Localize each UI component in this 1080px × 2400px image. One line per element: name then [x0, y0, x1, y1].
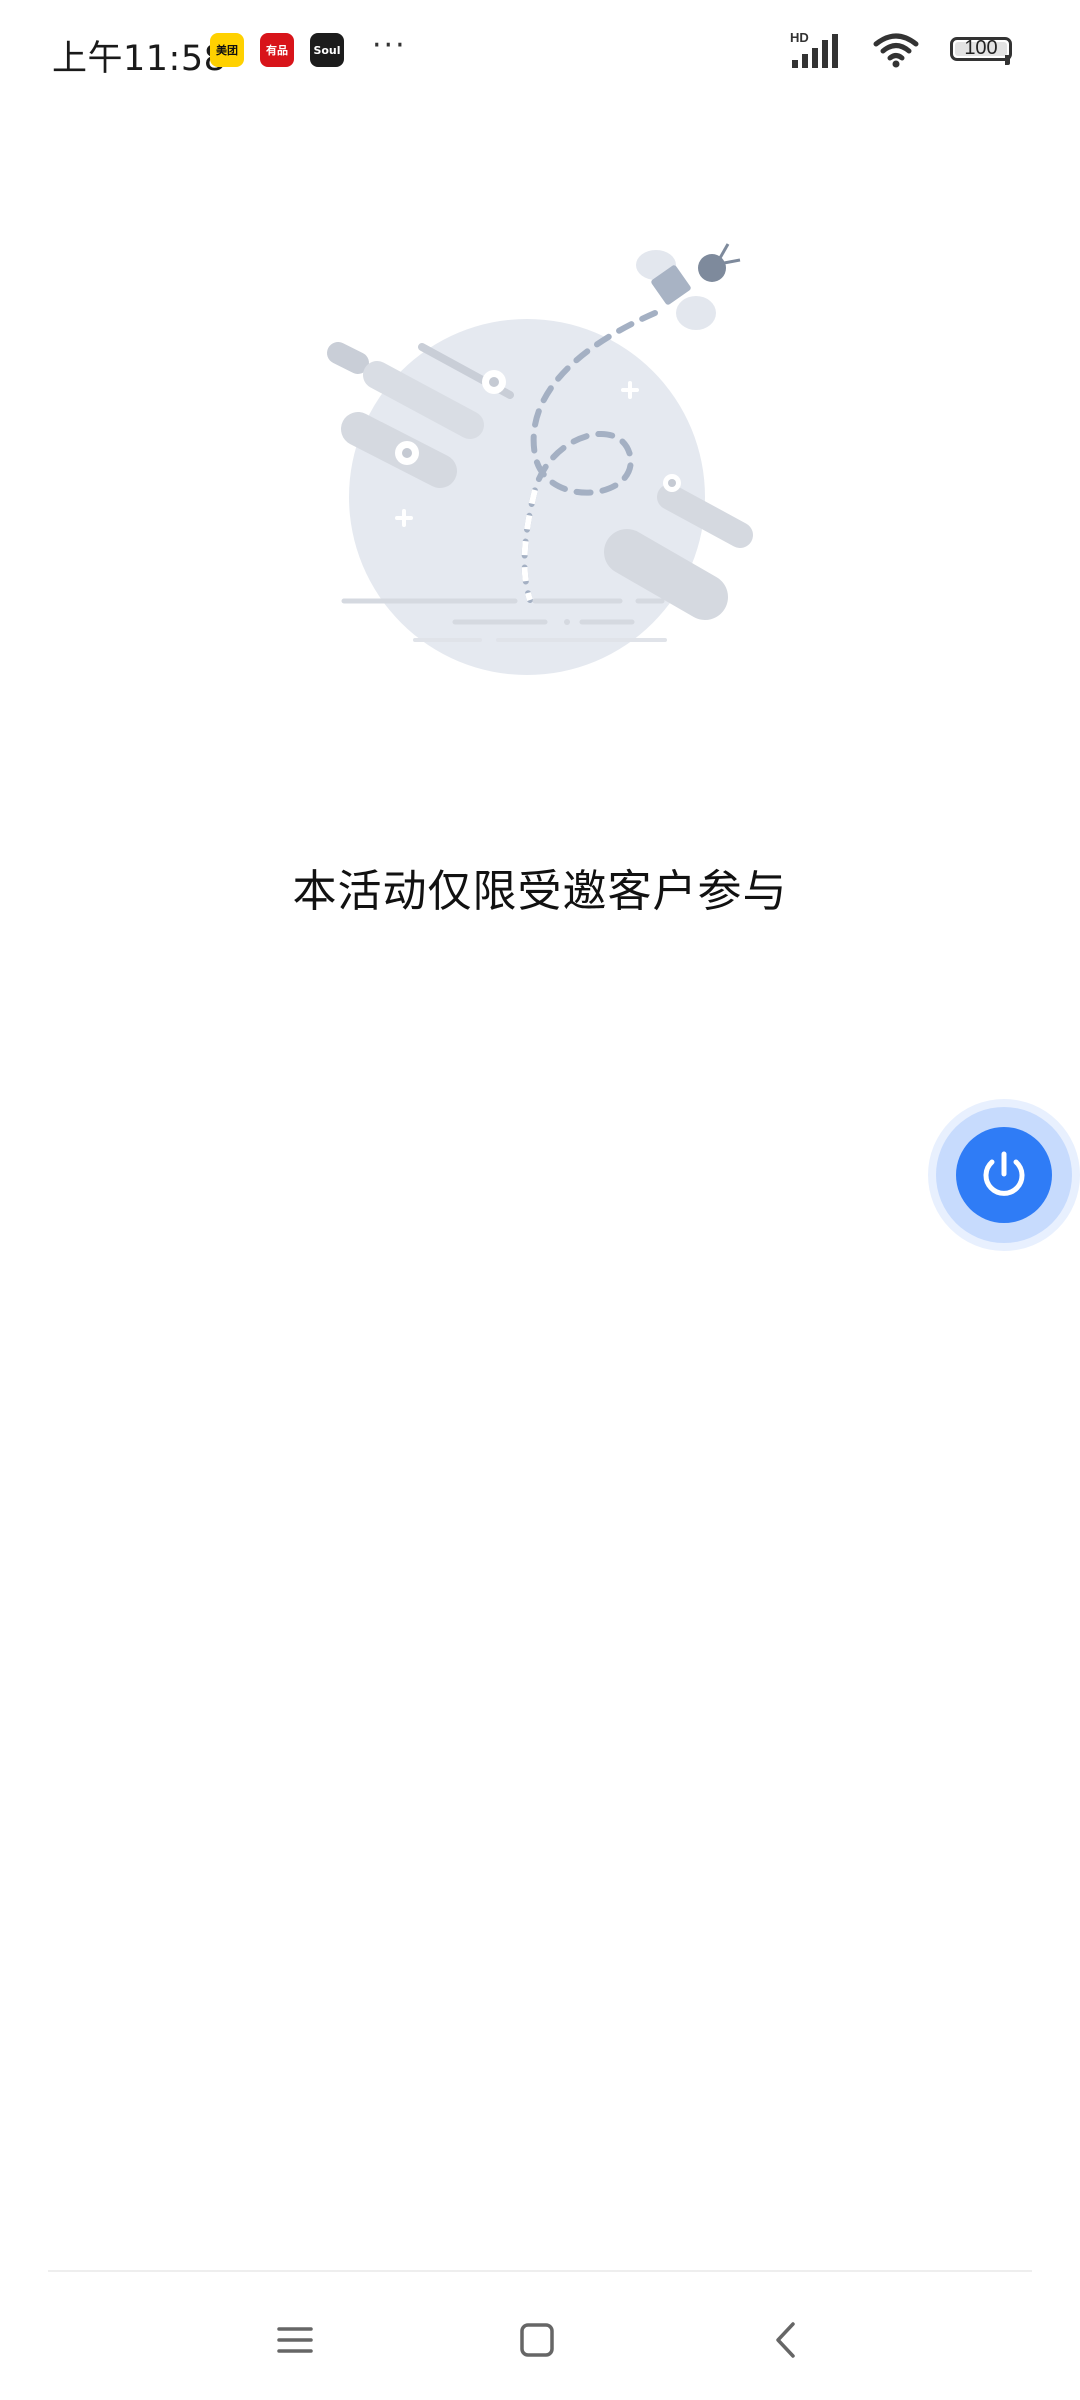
svg-text:HD: HD — [790, 30, 809, 45]
back-icon — [776, 2322, 795, 2358]
wifi-icon — [872, 32, 920, 72]
empty-state-illustration — [320, 230, 760, 680]
system-icons: HD 100 — [756, 30, 1016, 70]
signal-icon: HD — [788, 30, 846, 74]
battery-level: 100 — [964, 37, 998, 59]
home-icon — [520, 2323, 554, 2357]
floating-power-button-ring — [936, 1107, 1072, 1243]
screen: 上午11:58 美团 有品 Soul ··· HD 100 本活动仅限受邀客户参… — [0, 0, 1080, 2400]
invite-only-message: 本活动仅限受邀客户参与 — [292, 866, 788, 917]
menu-icon — [277, 2327, 313, 2353]
nav-menu-button[interactable] — [265, 2310, 325, 2370]
nav-divider — [48, 2270, 1032, 2272]
battery-icon: 100 — [950, 37, 1012, 65]
youpin-notification-icon: 有品 — [260, 33, 294, 67]
meituan-notification-icon: 美团 — [210, 33, 244, 67]
nav-home-button[interactable] — [507, 2310, 567, 2370]
more-notifications-icon: ··· — [372, 28, 407, 63]
status-bar: 上午11:58 美团 有品 Soul ··· HD 100 — [0, 0, 1080, 100]
power-icon — [983, 1151, 1025, 1196]
floating-power-button-core[interactable] — [956, 1127, 1052, 1223]
status-time: 上午11:58 — [52, 39, 227, 79]
floating-power-button[interactable] — [928, 1099, 1080, 1251]
soul-notification-icon: Soul — [310, 33, 344, 67]
nav-back-button[interactable] — [755, 2310, 815, 2370]
